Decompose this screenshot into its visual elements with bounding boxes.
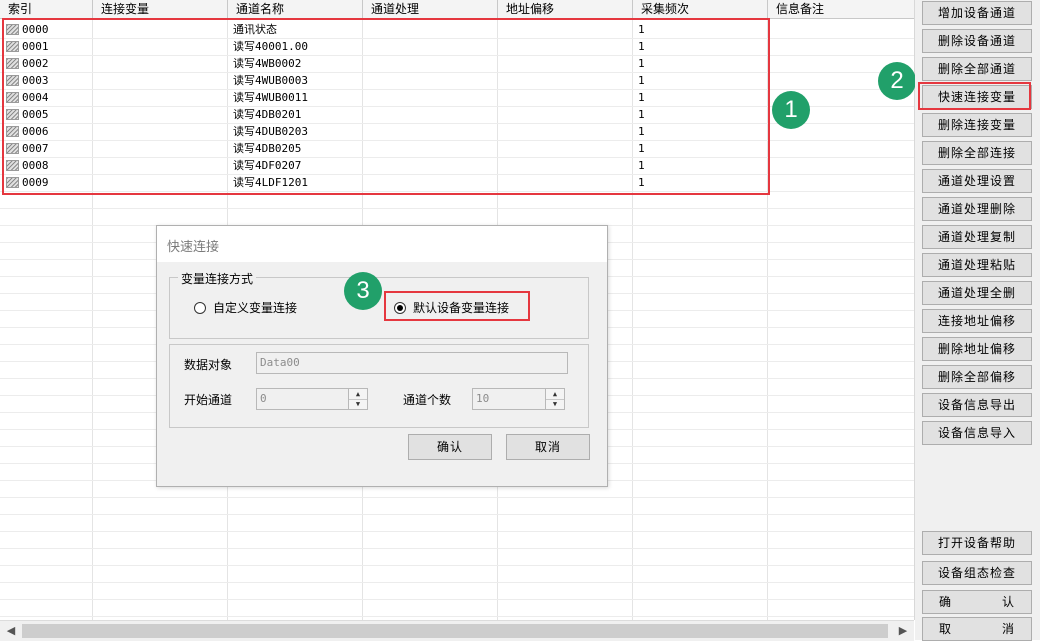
delete-address-offset-button[interactable]: 删除地址偏移 [922,337,1032,361]
quick-connect-dialog: 快速连接 变量连接方式 自定义变量连接 默认设备变量连接 数据对象 Data00… [156,225,608,487]
data-object-field[interactable]: Data00 [256,352,568,374]
radio-custom-connect[interactable] [194,302,206,314]
start-channel-stepper[interactable]: 0 ▲ ▼ [256,388,368,410]
confirm-button[interactable]: 确 认 [922,590,1032,614]
channel-count-stepper[interactable]: 10 ▲ ▼ [472,388,565,410]
channel-processing-delete-button[interactable]: 通道处理删除 [922,197,1032,221]
channel-processing-settings-button[interactable]: 通道处理设置 [922,169,1032,193]
channel-count-label: 通道个数 [403,393,452,407]
confirm-label-left: 确 [939,595,953,609]
dialog-title: 快速连接 [167,240,220,255]
channel-count-spin[interactable]: ▲ ▼ [545,388,565,410]
delete-connect-variable-button[interactable]: 删除连接变量 [922,113,1032,137]
delete-all-channels-button[interactable]: 删除全部通道 [922,57,1032,81]
device-info-import-button[interactable]: 设备信息导入 [922,421,1032,445]
radio-custom-label[interactable]: 自定义变量连接 [213,299,297,316]
col-header-index[interactable]: 索引 [0,0,93,18]
step-badge-1: 1 [772,91,810,129]
scroll-left-icon[interactable]: ◀ [2,621,20,641]
device-info-export-button[interactable]: 设备信息导出 [922,393,1032,417]
dialog-cancel-button[interactable]: 取消 [506,434,590,460]
dialog-ok-button[interactable]: 确认 [408,434,492,460]
scroll-thumb[interactable] [22,624,888,638]
grid-line [0,497,914,498]
add-device-channel-button[interactable]: 增加设备通道 [922,1,1032,25]
default-connect-highlight-box [384,291,530,321]
grid-line [0,565,914,566]
delete-device-channel-button[interactable]: 删除设备通道 [922,29,1032,53]
horizontal-scrollbar[interactable]: ◀ ▶ [0,620,914,641]
channel-processing-delete-all-button[interactable]: 通道处理全删 [922,281,1032,305]
grid-line [0,548,914,549]
delete-all-offsets-button[interactable]: 删除全部偏移 [922,365,1032,389]
open-device-help-button[interactable]: 打开设备帮助 [922,531,1032,555]
spin-down-icon[interactable]: ▼ [349,399,367,409]
grid-line [0,616,914,617]
grid-line [0,582,914,583]
col-header-processing[interactable]: 通道处理 [363,0,498,18]
start-channel-label: 开始通道 [184,393,233,407]
cancel-label-right: 消 [1001,622,1015,636]
scroll-right-icon[interactable]: ▶ [894,621,912,641]
dialog-titlebar[interactable] [157,226,607,262]
delete-all-connections-button[interactable]: 删除全部连接 [922,141,1032,165]
col-header-frequency[interactable]: 采集频次 [633,0,768,18]
col-header-variable[interactable]: 连接变量 [93,0,228,18]
col-header-remark[interactable]: 信息备注 [768,0,914,18]
grid-line [0,531,914,532]
rows-highlight-box [2,18,770,195]
device-config-check-button[interactable]: 设备组态检查 [922,561,1032,585]
step-badge-3: 3 [344,272,382,310]
grid-line [0,208,914,209]
confirm-label-right: 认 [1001,595,1015,609]
channel-processing-copy-button[interactable]: 通道处理复制 [922,225,1032,249]
channel-count-value: 10 [476,392,490,405]
connect-address-offset-button[interactable]: 连接地址偏移 [922,309,1032,333]
step-badge-2: 2 [878,62,916,100]
cancel-button[interactable]: 取 消 [922,617,1032,641]
grid-line [0,514,914,515]
col-header-offset[interactable]: 地址偏移 [498,0,633,18]
cancel-label-left: 取 [939,622,953,636]
col-header-channel-name[interactable]: 通道名称 [228,0,363,18]
start-channel-spin[interactable]: ▲ ▼ [348,388,368,410]
start-channel-value: 0 [260,392,267,405]
table-header: 索引 连接变量 通道名称 通道处理 地址偏移 采集频次 信息备注 [0,0,914,19]
spin-down-icon[interactable]: ▼ [546,399,564,409]
grid-line [0,599,914,600]
connect-mode-legend: 变量连接方式 [178,270,257,287]
channel-processing-paste-button[interactable]: 通道处理粘贴 [922,253,1032,277]
data-object-label: 数据对象 [184,358,233,372]
quick-connect-highlight-box [918,82,1031,110]
